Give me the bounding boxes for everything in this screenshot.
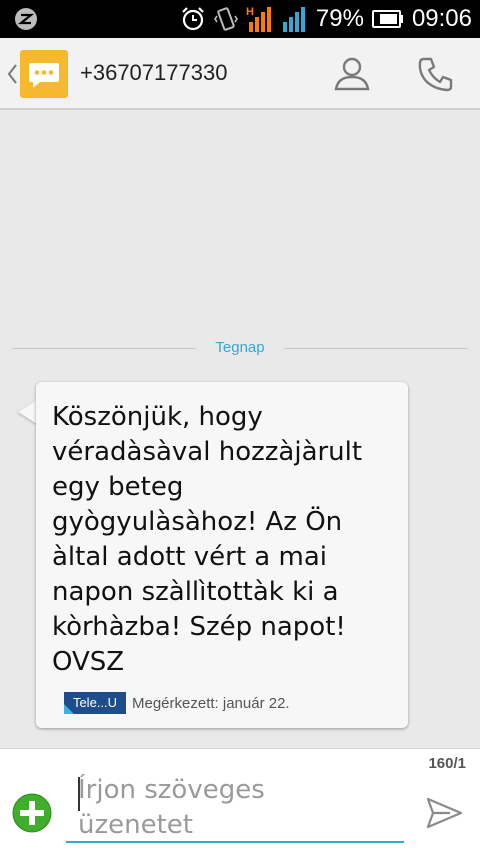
back-chevron-icon[interactable] [4,62,20,86]
delivery-status: Megérkezett: január 22. [132,694,290,712]
compose-bar: 160/1 Írjon szöveges üzenetet [0,748,480,854]
contact-number: +36707177330 [80,60,228,85]
send-icon[interactable] [424,793,464,833]
sim-badge: Tele...U [64,692,126,714]
message-input[interactable]: Írjon szöveges üzenetet [66,769,404,843]
svg-text:H: H [246,6,254,18]
call-button[interactable] [414,52,458,96]
conversation-header: +36707177330 [0,38,480,110]
messaging-app-icon[interactable] [20,50,68,98]
message-text: Köszönjük, hogy véradàsàval hozzàjàrult … [52,402,363,677]
add-attachment-icon[interactable] [12,793,52,833]
message-bubble[interactable]: Köszönjük, hogy véradàsàval hozzàjàrult … [36,382,408,728]
date-label: Tegnap [215,339,265,356]
char-counter: 160/1 [428,755,466,772]
phone-call-icon [418,57,453,92]
bubble-tail [18,400,37,424]
status-bar: H 79% 09:06 [0,0,480,38]
contact-button[interactable] [330,52,374,96]
signal-icon [282,7,305,32]
clock: 09:06 [411,5,472,32]
signal-icon: H [246,6,271,32]
battery-percentage: 79% [315,5,364,32]
text-cursor [78,777,80,811]
message-meta: Tele...U Megérkezett: január 22. [64,692,290,714]
contact-person-icon [334,57,370,91]
date-divider: Tegnap [12,339,468,359]
conversation-area[interactable]: Tegnap Köszönjük, hogy véradàsàval hozzà… [0,110,480,748]
zte-logo-icon [15,8,37,30]
sim-label: Tele...U [72,695,118,710]
alarm-icon [182,7,204,31]
battery-icon [371,10,403,28]
vibrate-icon [213,7,238,31]
message-placeholder: Írjon szöveges üzenetet [78,775,265,840]
